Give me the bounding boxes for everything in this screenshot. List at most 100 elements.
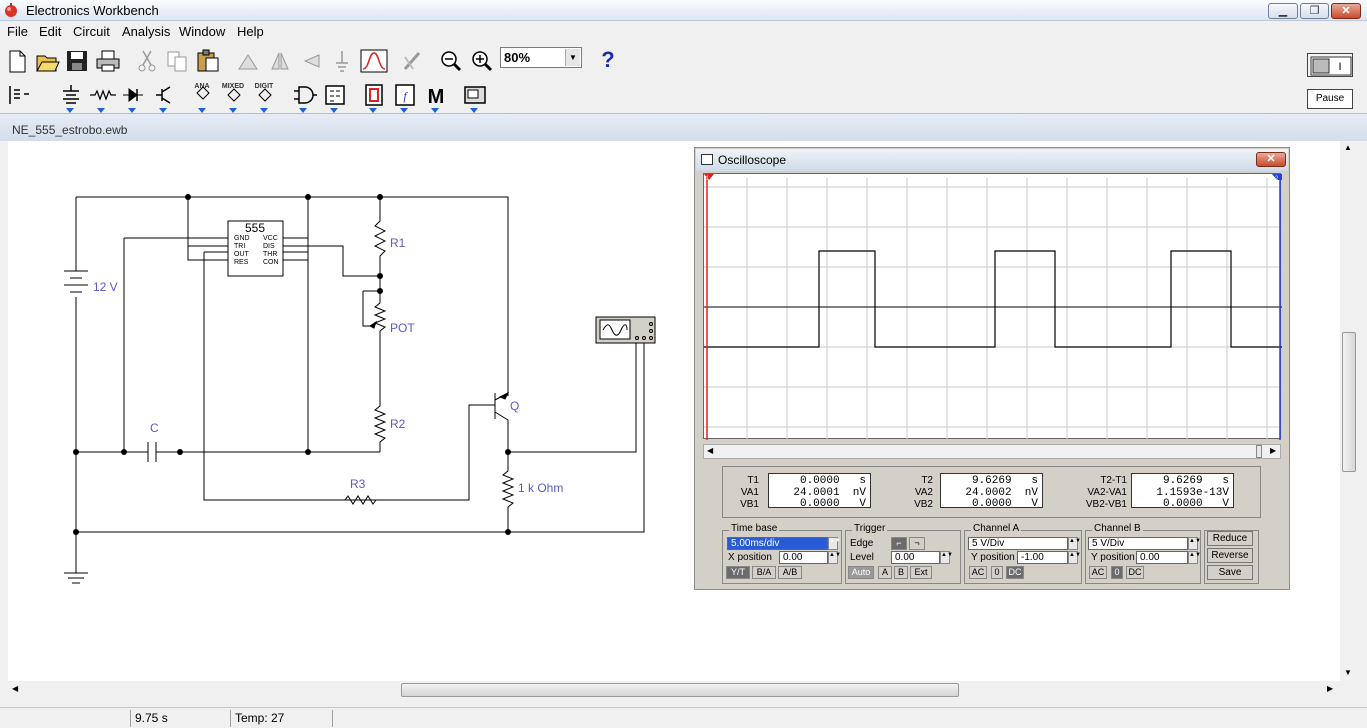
miscellaneous-bin-icon[interactable]: M	[421, 80, 449, 113]
pause-button[interactable]: Pause	[1307, 89, 1353, 109]
menu-window[interactable]: Window	[179, 24, 225, 39]
ab-mode-button[interactable]: A/B	[778, 566, 802, 579]
digital-bin-icon[interactable]	[320, 80, 348, 113]
channel-b-title: Channel B	[1092, 523, 1143, 534]
reduce-button[interactable]: Reduce	[1207, 531, 1253, 546]
scroll-down-icon[interactable]: ▼	[1344, 668, 1352, 677]
component-properties-icon[interactable]	[327, 46, 355, 76]
trigger-level-field[interactable]: 0.00 ▲▼	[891, 551, 953, 564]
favorites-bin-icon[interactable]	[3, 80, 31, 110]
create-subcircuit-icon[interactable]	[398, 46, 426, 76]
scroll-up-icon[interactable]: ▲	[1344, 143, 1352, 152]
diodes-bin-icon[interactable]	[118, 80, 146, 113]
ba-mode-button[interactable]: B/A	[752, 566, 776, 579]
channel-a-scale-field[interactable]: 5 V/Div ▲▼	[968, 537, 1081, 550]
channel-a-dc-button[interactable]: DC	[1006, 566, 1024, 579]
channel-b-scale-spinner[interactable]: ▲▼	[1188, 537, 1201, 550]
print-icon[interactable]	[93, 46, 121, 76]
scroll-left-icon[interactable]: ◀	[707, 446, 713, 455]
menu-edit[interactable]: Edit	[39, 24, 61, 39]
menu-help[interactable]: Help	[237, 24, 264, 39]
channel-a-zero-button[interactable]: 0	[991, 566, 1003, 579]
oscilloscope-title-bar[interactable]: Oscilloscope ✕	[696, 149, 1288, 171]
timebase-xpos-value: 0.00	[783, 552, 803, 563]
menu-file[interactable]: File	[7, 24, 28, 39]
maximize-button[interactable]: ❐	[1300, 3, 1329, 19]
power-switch-label: I	[1338, 61, 1341, 73]
indicators-bin-icon[interactable]	[359, 80, 387, 113]
channel-a-ypos-label: Y position	[971, 552, 1015, 563]
ic-pin-out: OUT	[234, 251, 250, 258]
trigger-a-button[interactable]: A	[878, 566, 892, 579]
horizontal-scrollbar[interactable]: ◀ ▶	[8, 681, 1340, 699]
open-icon[interactable]	[33, 46, 61, 76]
channel-a-ypos-spinner[interactable]: ▲▼	[1068, 551, 1081, 564]
controls-bin-icon[interactable]: f	[390, 80, 418, 113]
channel-a-ypos-field[interactable]: -1.00 ▲▼	[1017, 551, 1081, 564]
horizontal-scroll-thumb[interactable]	[401, 683, 959, 697]
channel-a-ac-button[interactable]: AC	[969, 566, 987, 579]
rotate-icon[interactable]	[233, 46, 261, 76]
channel-b-ypos-label: Y position	[1091, 552, 1135, 563]
reverse-button[interactable]: Reverse	[1207, 548, 1253, 563]
close-button[interactable]: ✕	[1331, 3, 1361, 19]
save-icon[interactable]	[63, 46, 89, 76]
timebase-xpos-label: X position	[728, 552, 772, 563]
t2-readout: 9.6269 s 24.0002 nV 0.0000 V	[940, 473, 1043, 510]
timebase-xpos-field[interactable]: 0.00 ▲▼	[779, 551, 841, 564]
level-spinner[interactable]: ▲▼	[940, 551, 953, 564]
trigger-auto-button[interactable]: Auto	[848, 566, 874, 579]
timebase-spinner[interactable]: ▲▼	[828, 537, 841, 550]
vertical-scroll-thumb[interactable]	[1342, 332, 1356, 472]
oscilloscope-close-button[interactable]: ✕	[1256, 152, 1286, 167]
logic-gates-bin-icon[interactable]	[289, 80, 317, 113]
channel-a-scale-spinner[interactable]: ▲▼	[1068, 537, 1081, 550]
flip-horizontal-icon[interactable]	[265, 46, 293, 76]
yt-mode-button[interactable]: Y/T	[726, 566, 750, 579]
rising-edge-icon[interactable]: ⌐	[891, 537, 907, 550]
scroll-right-icon[interactable]: ▶	[1270, 446, 1276, 455]
graph-icon[interactable]	[358, 46, 388, 76]
menu-analysis[interactable]: Analysis	[122, 24, 170, 39]
basic-bin-icon[interactable]	[87, 80, 116, 113]
zoom-out-icon[interactable]	[437, 46, 463, 76]
cut-icon[interactable]	[133, 46, 159, 76]
help-button[interactable]: ?	[594, 46, 622, 74]
copy-icon[interactable]	[163, 46, 189, 76]
power-switch[interactable]: I	[1307, 53, 1353, 77]
ic-pin-dis: DIS	[263, 243, 275, 250]
zoom-in-icon[interactable]	[468, 46, 494, 76]
minimize-button[interactable]: ▁	[1268, 3, 1298, 19]
analog-ics-bin-icon[interactable]: ANA	[188, 80, 216, 113]
vertical-scrollbar[interactable]: ▲ ▼	[1340, 141, 1358, 681]
ic-pin-res: RES	[234, 259, 249, 266]
paste-icon[interactable]	[193, 46, 221, 76]
menu-circuit[interactable]: Circuit	[73, 24, 110, 39]
oscilloscope-scrollbar[interactable]: ◀ ▶	[703, 444, 1281, 459]
channel-b-ac-button[interactable]: AC	[1089, 566, 1107, 579]
channel-b-dc-button[interactable]: DC	[1126, 566, 1144, 579]
digital-ics-bin-icon[interactable]: DIGIT	[250, 80, 278, 113]
trigger-b-button[interactable]: B	[894, 566, 908, 579]
new-icon[interactable]	[3, 46, 29, 76]
oscilloscope-scroll-thumb[interactable]	[1256, 445, 1262, 458]
mixed-ics-bin-icon[interactable]: MIXED	[219, 80, 247, 113]
scroll-right-icon[interactable]: ▶	[1327, 684, 1333, 693]
channel-b-scale-field[interactable]: 5 V/Div ▲▼	[1088, 537, 1201, 550]
channel-b-ypos-field[interactable]: 0.00 ▲▼	[1136, 551, 1201, 564]
flip-vertical-icon[interactable]	[296, 46, 324, 76]
instruments-bin-icon[interactable]	[460, 80, 488, 113]
falling-edge-icon[interactable]: ¬	[909, 537, 925, 550]
timebase-field[interactable]: 5.00ms/div ▲▼	[727, 537, 841, 550]
sources-bin-icon[interactable]	[56, 80, 84, 113]
transistors-bin-icon[interactable]	[149, 80, 177, 113]
channel-b-ypos-spinner[interactable]: ▲▼	[1188, 551, 1201, 564]
save-button[interactable]: Save	[1207, 565, 1253, 580]
channel-b-scale-value: 5 V/Div	[1092, 538, 1125, 549]
xpos-spinner[interactable]: ▲▼	[828, 551, 841, 564]
channel-b-zero-button[interactable]: 0	[1111, 566, 1123, 579]
trigger-ext-button[interactable]: Ext	[910, 566, 932, 579]
zoom-select[interactable]: 80% ▼	[500, 47, 582, 68]
chevron-down-icon[interactable]: ▼	[565, 49, 580, 66]
scroll-left-icon[interactable]: ◀	[12, 684, 18, 693]
